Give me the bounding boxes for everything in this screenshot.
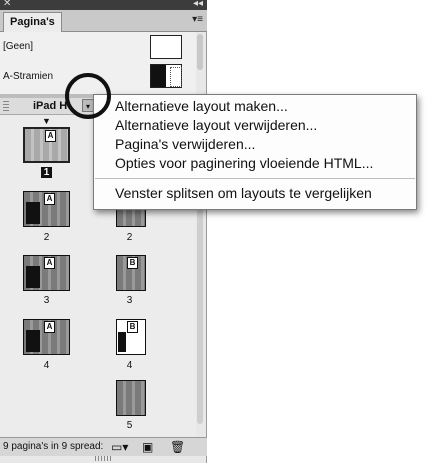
panel-menu-icon[interactable]: ▾≡ [192,14,203,25]
master-row-none[interactable]: [Geen] [0,32,196,62]
layout-name: iPad H [33,100,68,112]
collapse-icon[interactable]: ◂◂ [193,0,203,9]
grip-icon[interactable] [3,101,9,111]
trash-icon[interactable]: 🗑 [170,440,185,454]
page-number: 4 [43,360,50,371]
master-badge: B [127,257,138,269]
page-content [117,381,145,415]
page-thumbnail[interactable]: A [23,191,70,227]
highlight-circle [65,73,111,119]
page-number: 2 [126,232,133,243]
panel-titlebar: ✕ ◂◂ [0,0,207,10]
tab-paginas[interactable]: Pagina's [3,12,62,33]
page-thumbnail[interactable]: B [116,255,146,291]
master-badge: A [44,193,55,205]
menu-item-liquid-html-pagination[interactable]: Opties voor paginering vloeiende HTML... [115,155,373,171]
page-number: 3 [43,295,50,306]
layout-context-menu: Alternatieve layout maken... Alternatiev… [93,94,417,210]
master-badge: A [44,257,55,269]
master-label: [Geen] [3,41,34,52]
master-badge: B [127,321,138,333]
page-thumbnail[interactable]: A [23,319,70,355]
page-number: 5 [126,420,133,431]
page-number: 2 [43,232,50,243]
master-badge: A [44,321,55,333]
page-thumbnail[interactable]: A [23,255,70,291]
page-thumbnail[interactable]: B [116,319,146,355]
master-thumbnail[interactable] [150,64,182,88]
panel-footer: 9 pagina's in 9 spread: ▭▾ ▣ 🗑 [0,437,207,456]
page-content-block [26,202,40,224]
menu-item-delete-alternate-layout[interactable]: Alternatieve layout verwijderen... [115,117,317,133]
master-thumbnail-guides [170,67,182,87]
page-size-icon[interactable]: ▭▾ [111,440,128,454]
close-icon[interactable]: ✕ [3,0,11,9]
page-thumbnail[interactable]: A [23,127,70,163]
selected-page-caret-icon: ▼ [42,116,51,126]
new-page-icon[interactable]: ▣ [142,440,153,454]
menu-item-create-alternate-layout[interactable]: Alternatieve layout maken... [115,98,288,114]
pages-panel: ✕ ◂◂ Pagina's ▾≡ [Geen] A-Stramien iPad … [0,0,207,463]
menu-separator [95,178,415,179]
menu-item-delete-pages[interactable]: Pagina's verwijderen... [115,136,255,152]
page-number: 3 [126,295,133,306]
master-badge: A [45,130,56,142]
page-content-block [118,332,126,352]
page-thumbnail[interactable] [116,380,146,416]
page-content-block [26,266,40,288]
master-label: A-Stramien [3,71,54,82]
page-content-block [26,330,40,352]
resize-grip-icon[interactable] [95,456,113,461]
page-number: 4 [126,360,133,371]
page-number: 1 [23,167,70,178]
page-count-status: 9 pagina's in 9 spread: [3,441,104,452]
panel-tab-row: Pagina's ▾≡ [0,10,207,33]
menu-item-split-window[interactable]: Venster splitsen om layouts te vergelijk… [115,185,372,201]
masters-scrollbar[interactable] [197,34,203,70]
master-thumbnail[interactable] [150,35,182,59]
